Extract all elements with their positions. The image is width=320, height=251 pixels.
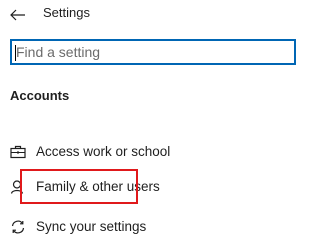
nav-item-sync-your-settings[interactable]: Sync your settings [0,213,300,241]
title-bar: Settings [0,0,300,28]
nav-item-label: Sync your settings [36,219,147,234]
window-title: Settings [43,5,90,20]
search-box[interactable] [10,39,296,65]
nav-item-access-work-or-school[interactable]: Access work or school [0,138,300,166]
arrow-left-icon[interactable] [10,8,26,21]
sync-icon [10,220,26,234]
nav-item-label: Access work or school [36,144,171,159]
highlight-box [20,169,138,204]
text-cursor [15,45,16,61]
search-input[interactable] [12,41,294,63]
section-heading: Accounts [10,88,70,103]
briefcase-icon [10,145,26,159]
